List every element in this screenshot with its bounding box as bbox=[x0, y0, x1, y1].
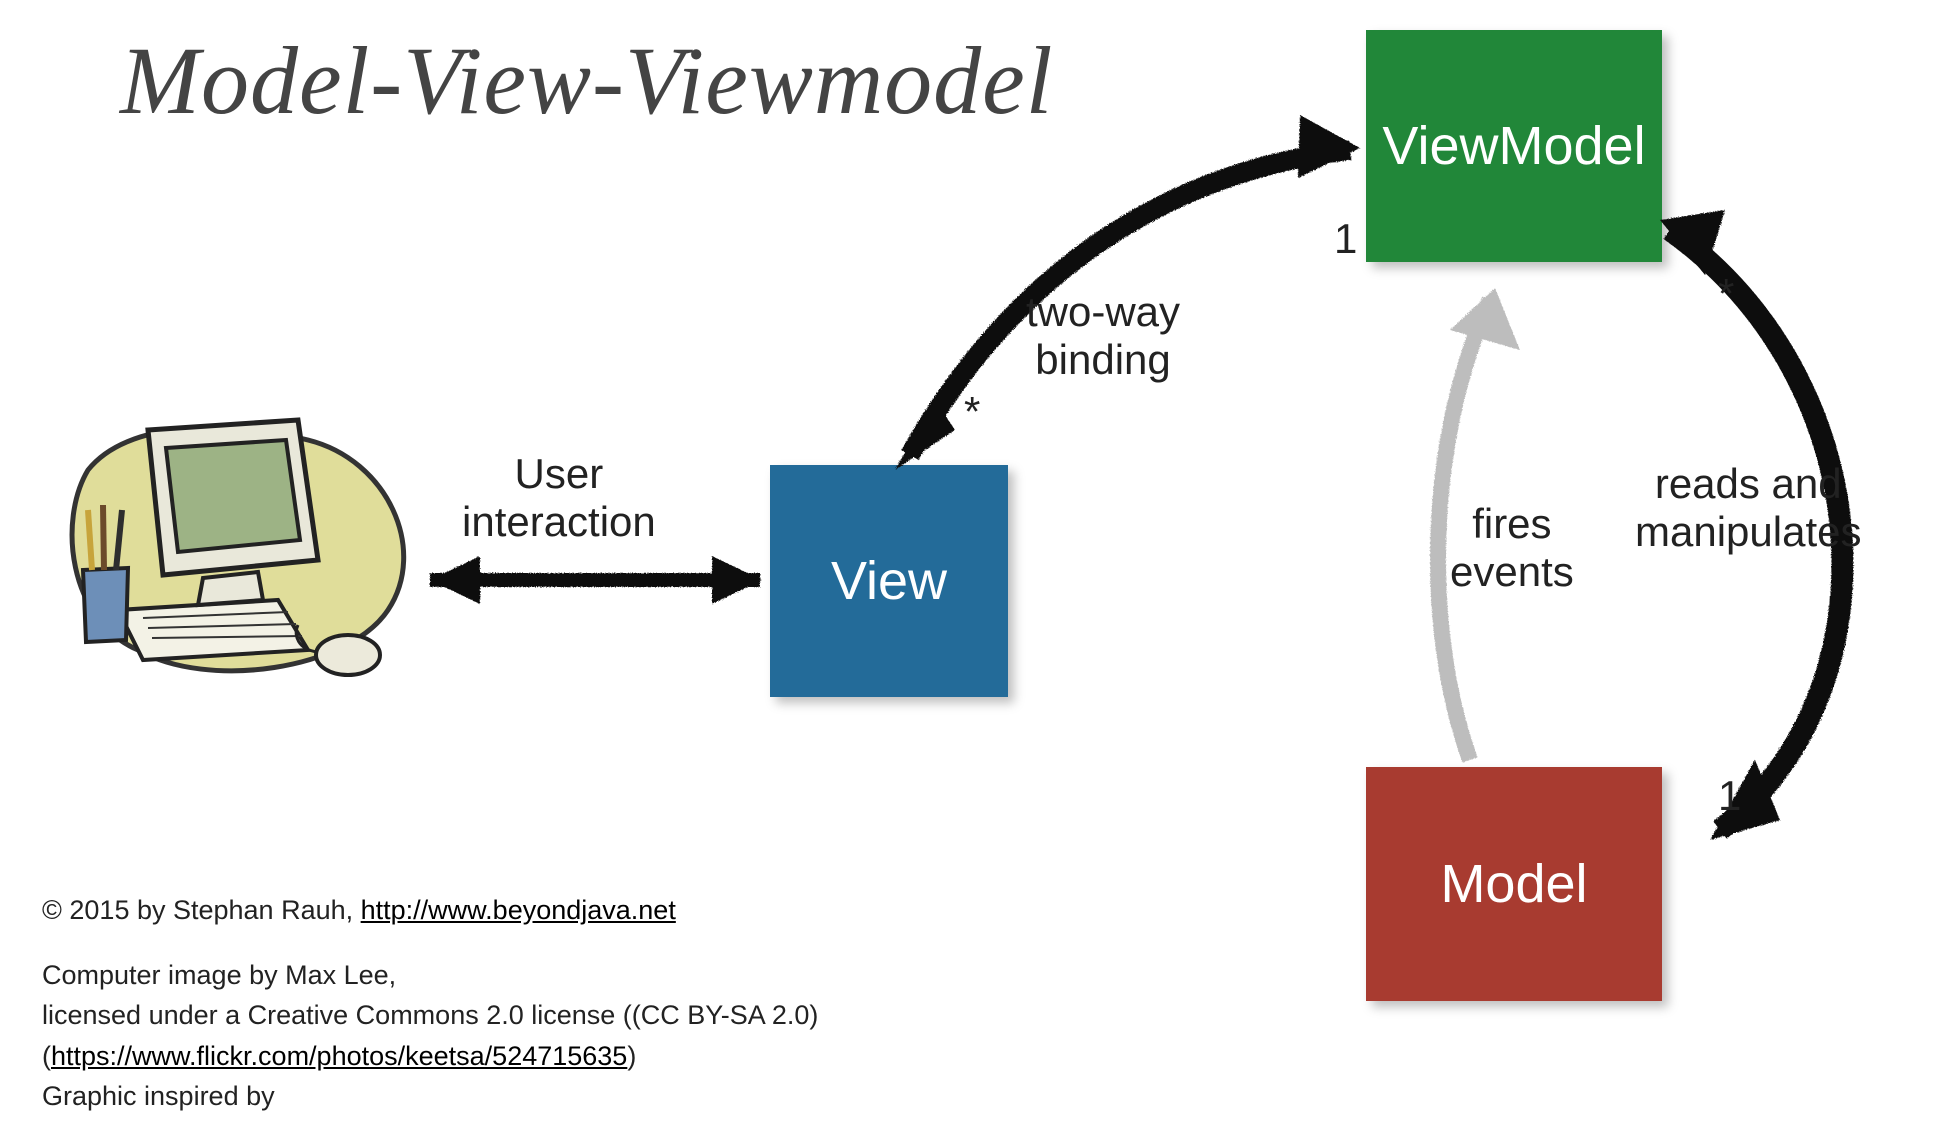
credits-inspired: Graphic inspired by bbox=[42, 1076, 1200, 1117]
node-model: Model bbox=[1366, 767, 1662, 1001]
node-view: View bbox=[770, 465, 1008, 697]
credits-img-author: Computer image by Max Lee, bbox=[42, 955, 1200, 996]
credits-flickr-link[interactable]: https://www.flickr.com/photos/keetsa/524… bbox=[51, 1041, 627, 1071]
diagram-stage: Model-View-Viewmodel V bbox=[0, 0, 1948, 1126]
label-fires-events: fires events bbox=[1450, 500, 1574, 597]
credits-license: licensed under a Creative Commons 2.0 li… bbox=[42, 995, 1200, 1036]
arrow-user-view bbox=[430, 556, 762, 604]
node-viewmodel-label: ViewModel bbox=[1382, 115, 1645, 177]
computer-icon bbox=[48, 400, 418, 690]
page-title: Model-View-Viewmodel bbox=[120, 25, 1053, 136]
multiplicity-viewmodel-star: * bbox=[1718, 270, 1734, 318]
multiplicity-model-one: 1 bbox=[1718, 772, 1741, 820]
node-view-label: View bbox=[831, 550, 947, 612]
node-model-label: Model bbox=[1440, 853, 1587, 915]
node-viewmodel: ViewModel bbox=[1366, 30, 1662, 262]
credits-block: © 2015 by Stephan Rauh, http://www.beyon… bbox=[42, 890, 1200, 1126]
label-two-way-binding: two-way binding bbox=[1026, 288, 1180, 385]
label-user-interaction: User interaction bbox=[462, 450, 656, 547]
credits-flickr-suffix: ) bbox=[627, 1041, 636, 1071]
credits-flickr-prefix: ( bbox=[42, 1041, 51, 1071]
label-reads-manipulates: reads and manipulates bbox=[1635, 460, 1861, 557]
credits-copyright: © 2015 by Stephan Rauh, bbox=[42, 895, 361, 925]
multiplicity-viewmodel-one: 1 bbox=[1334, 215, 1357, 263]
credits-site-link[interactable]: http://www.beyondjava.net bbox=[361, 895, 676, 925]
multiplicity-view-star: * bbox=[964, 388, 980, 436]
credits-inspired-link[interactable]: http://joel.inpointform.net/software-dev… bbox=[42, 1122, 1200, 1126]
